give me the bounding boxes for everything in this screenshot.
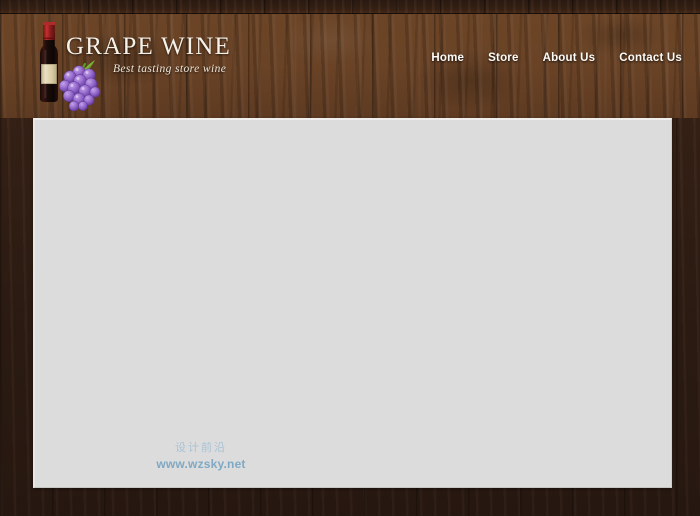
watermark-chinese-text: 设计前沿 (175, 440, 227, 454)
brand-text-block: GRAPE WINE Best tasting store wine (66, 34, 286, 75)
watermark: 设计前沿 www.wzsky.net (131, 440, 271, 473)
brand-title: GRAPE WINE (66, 33, 232, 60)
site-header: GRAPE WINE Best tasting store wine Home … (0, 0, 700, 118)
nav-item-contact-us[interactable]: Contact Us (619, 52, 682, 64)
main-content-panel: 设计前沿 www.wzsky.net (33, 118, 672, 488)
nav-item-about-us[interactable]: About Us (543, 52, 596, 64)
nav-item-store[interactable]: Store (488, 52, 518, 64)
nav-item-home[interactable]: Home (431, 52, 464, 64)
watermark-url: www.wzsky.net (156, 457, 246, 471)
main-navigation: Home Store About Us Contact Us (431, 52, 682, 64)
brand-tagline: Best tasting store wine (113, 63, 227, 75)
brand-logo[interactable]: GRAPE WINE Best tasting store wine (26, 18, 286, 113)
page-root: GRAPE WINE Best tasting store wine Home … (0, 0, 700, 516)
